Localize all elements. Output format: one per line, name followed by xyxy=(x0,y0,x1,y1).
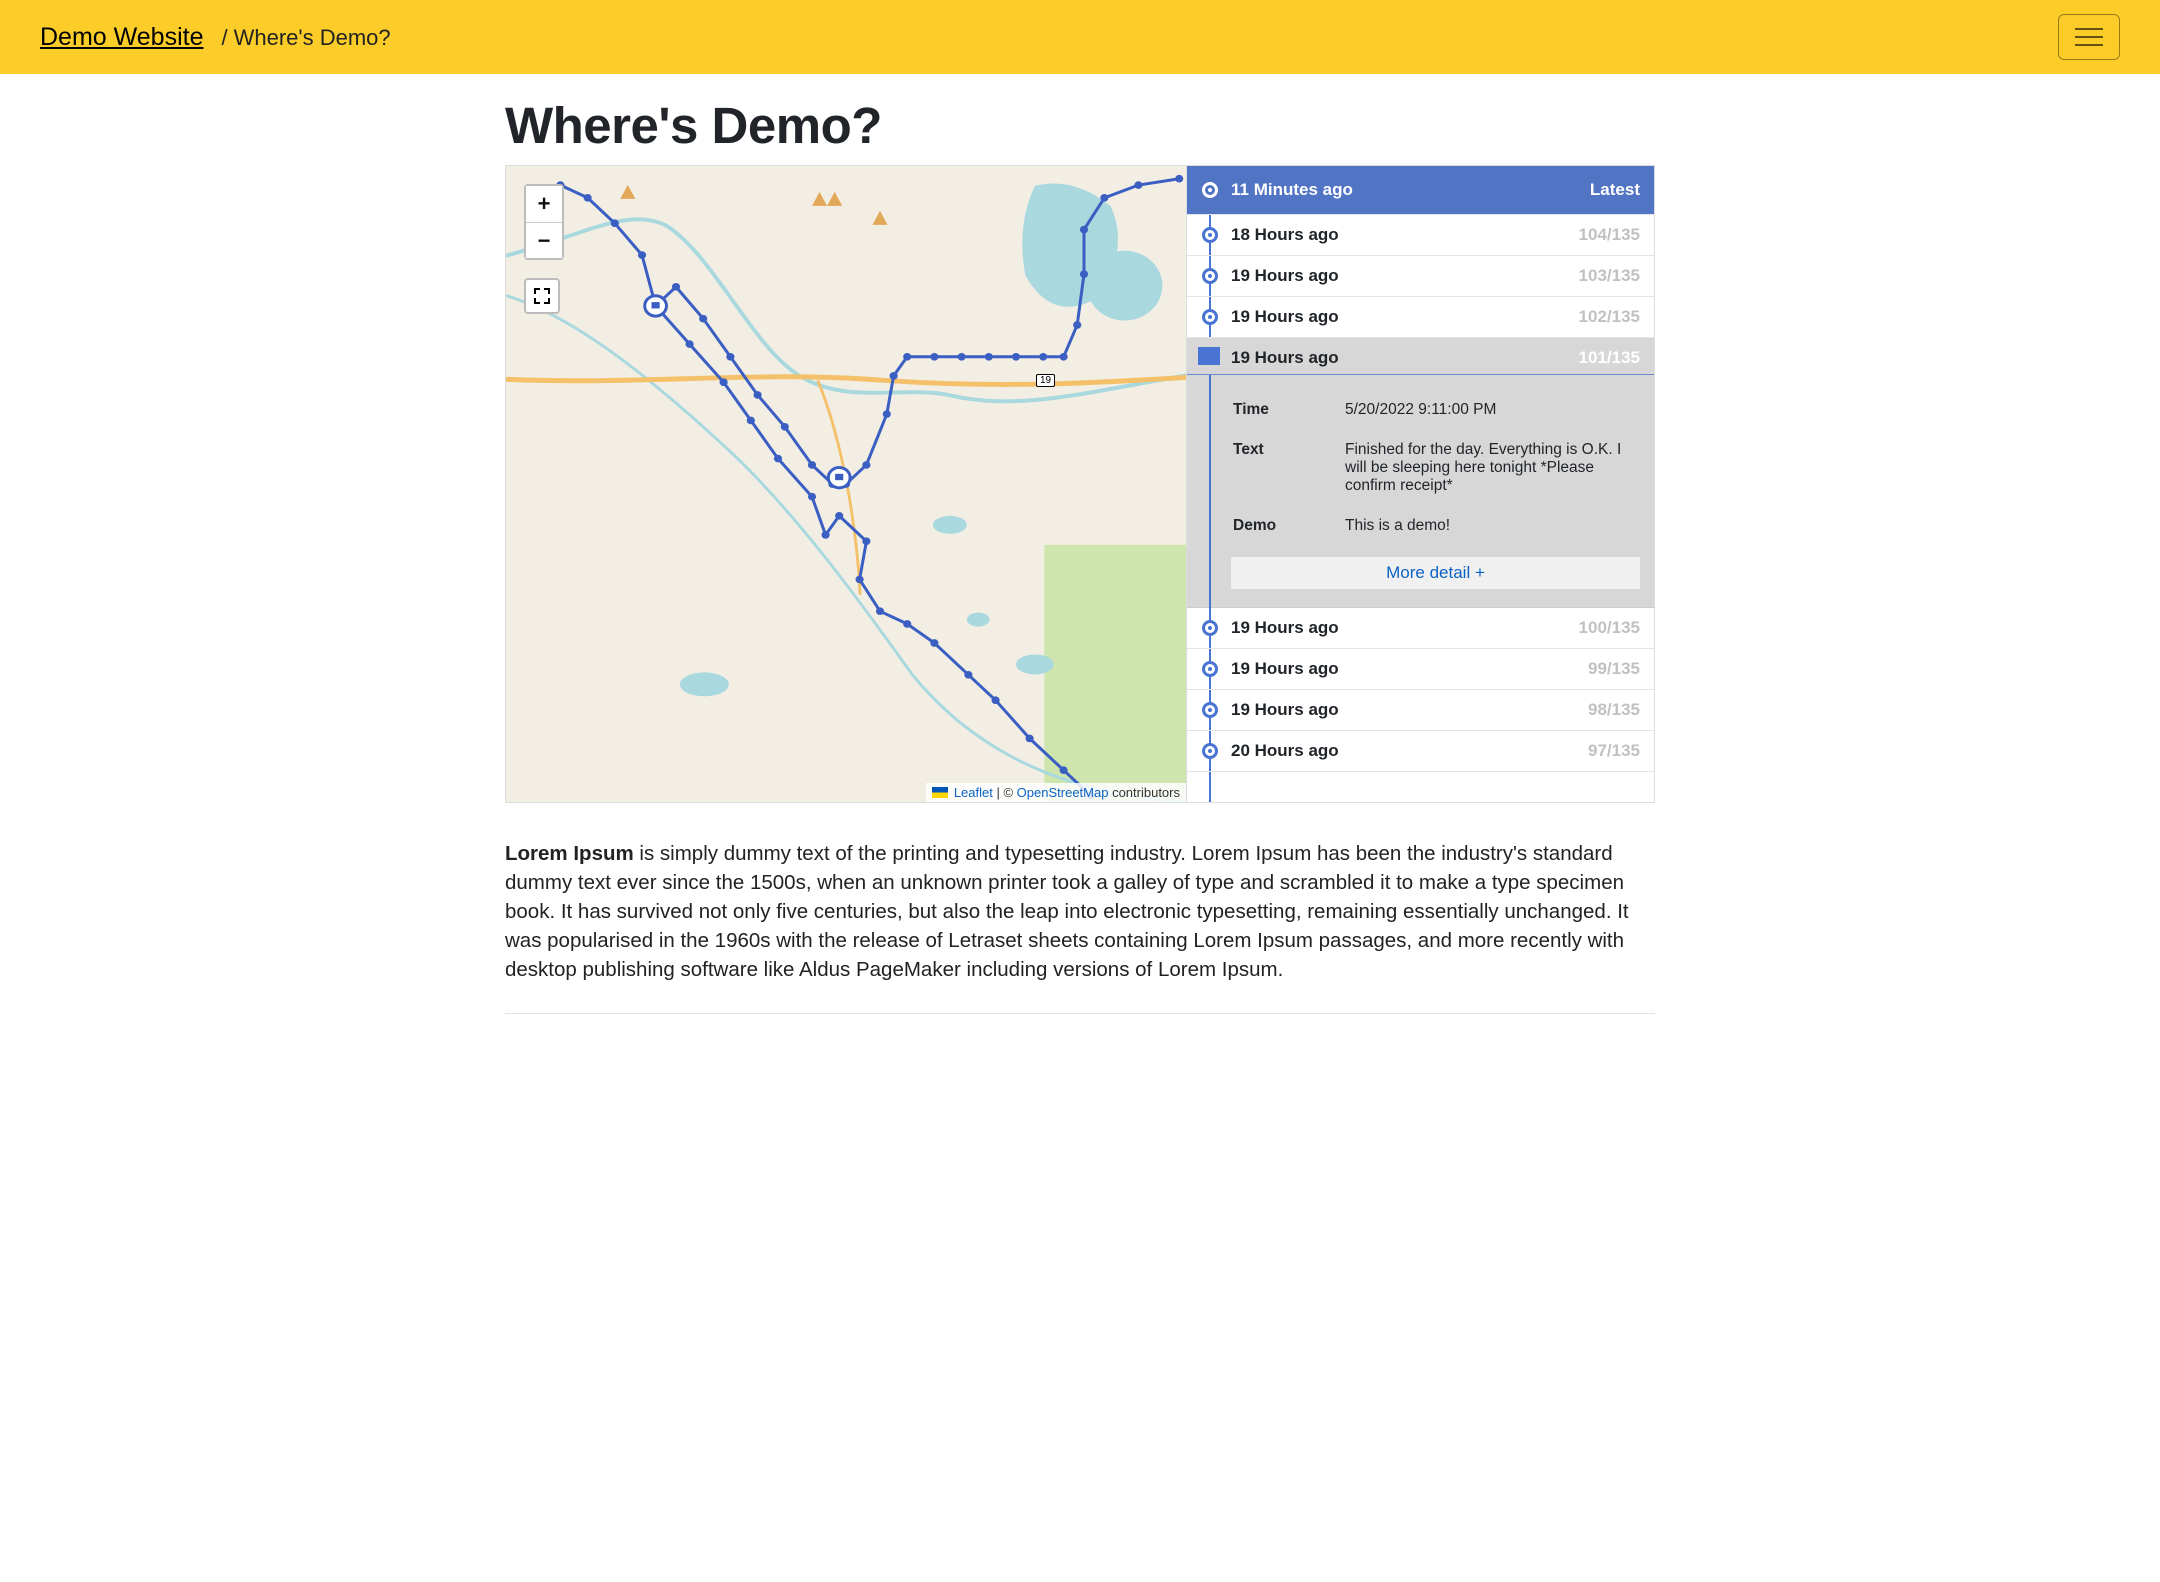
timeline-time: 11 Minutes ago xyxy=(1231,180,1353,200)
timeline-row[interactable]: 19 Hours ago 100/135 xyxy=(1187,608,1654,649)
dot-marker-icon xyxy=(1202,227,1218,243)
dot-marker-icon xyxy=(1202,268,1218,284)
detail-label-demo: Demo xyxy=(1233,507,1343,545)
dot-marker-icon xyxy=(1202,661,1218,677)
timeline-row[interactable]: 19 Hours ago 101/135 xyxy=(1187,338,1654,375)
breadcrumb-current: Where's Demo? xyxy=(234,25,391,50)
dot-marker-icon xyxy=(1202,182,1218,198)
fullscreen-button[interactable] xyxy=(524,278,560,314)
lorem-lead: Lorem Ipsum xyxy=(505,842,634,865)
timeline-row[interactable]: 19 Hours ago 99/135 xyxy=(1187,649,1654,690)
flag-marker-icon xyxy=(1198,347,1220,365)
timeline-count: Latest xyxy=(1590,180,1640,200)
zoom-out-button[interactable]: − xyxy=(526,222,562,258)
timeline-count: 97/135 xyxy=(1588,741,1640,761)
detail-value-demo: This is a demo! xyxy=(1345,507,1638,545)
lorem-text: Lorem Ipsum is simply dummy text of the … xyxy=(505,839,1655,985)
dot-marker-icon xyxy=(1202,309,1218,325)
timeline-count: 101/135 xyxy=(1579,348,1640,368)
detail-label-text: Text xyxy=(1233,431,1343,505)
lorem-body: is simply dummy text of the printing and… xyxy=(505,842,1629,981)
timeline-detail: Time5/20/2022 9:11:00 PMTextFinished for… xyxy=(1187,375,1654,608)
menu-toggle-button[interactable] xyxy=(2058,14,2120,60)
timeline-row[interactable]: 19 Hours ago 102/135 xyxy=(1187,297,1654,338)
detail-value-time: 5/20/2022 9:11:00 PM xyxy=(1345,391,1638,429)
timeline-time: 20 Hours ago xyxy=(1231,741,1339,761)
timeline-count: 100/135 xyxy=(1579,618,1640,638)
breadcrumb: /Where's Demo? xyxy=(222,25,391,51)
zoom-control: + − xyxy=(524,184,564,260)
brand-link[interactable]: Demo Website xyxy=(40,23,204,52)
map-attribution: Leaflet | © OpenStreetMap contributors xyxy=(926,783,1186,802)
timeline-count: 104/135 xyxy=(1579,225,1640,245)
navbar: Demo Website /Where's Demo? xyxy=(0,0,2160,74)
breadcrumb-sep: / xyxy=(222,25,228,50)
dot-marker-icon xyxy=(1202,620,1218,636)
timeline-time: 19 Hours ago xyxy=(1231,659,1339,679)
more-detail-button[interactable]: More detail + xyxy=(1231,557,1640,589)
timeline-time: 18 Hours ago xyxy=(1231,225,1339,245)
timeline-count: 102/135 xyxy=(1579,307,1640,327)
map[interactable]: + − 19 Leaflet | © OpenStreetMap contrib… xyxy=(506,166,1186,802)
timeline-time: 19 Hours ago xyxy=(1231,266,1339,286)
timeline-row[interactable]: 19 Hours ago 98/135 xyxy=(1187,690,1654,731)
timeline-count: 98/135 xyxy=(1588,700,1640,720)
timeline-time: 19 Hours ago xyxy=(1231,618,1339,638)
timeline-time: 19 Hours ago xyxy=(1231,307,1339,327)
timeline: 11 Minutes agoLatest18 Hours ago104/1351… xyxy=(1186,166,1654,802)
route-shield: 19 xyxy=(1036,374,1055,387)
map-timeline-panel: + − 19 Leaflet | © OpenStreetMap contrib… xyxy=(505,165,1655,803)
track-overlay xyxy=(506,166,1186,802)
timeline-time: 19 Hours ago xyxy=(1231,700,1339,720)
timeline-row[interactable]: 20 Hours ago 97/135 xyxy=(1187,731,1654,772)
zoom-in-button[interactable]: + xyxy=(526,186,562,222)
timeline-row[interactable]: 19 Hours ago 103/135 xyxy=(1187,256,1654,297)
leaflet-link[interactable]: Leaflet xyxy=(954,785,993,800)
timeline-count: 103/135 xyxy=(1579,266,1640,286)
osm-link[interactable]: OpenStreetMap xyxy=(1017,785,1109,800)
timeline-row[interactable]: 11 Minutes ago Latest xyxy=(1187,166,1654,215)
fullscreen-icon xyxy=(534,288,550,304)
detail-label-time: Time xyxy=(1233,391,1343,429)
dot-marker-icon xyxy=(1202,743,1218,759)
ukraine-flag-icon xyxy=(932,787,948,798)
page-title: Where's Demo? xyxy=(505,96,1655,155)
detail-value-text: Finished for the day. Everything is O.K.… xyxy=(1345,431,1638,505)
timeline-time: 19 Hours ago xyxy=(1231,348,1339,368)
timeline-count: 99/135 xyxy=(1588,659,1640,679)
timeline-row[interactable]: 18 Hours ago 104/135 xyxy=(1187,215,1654,256)
dot-marker-icon xyxy=(1202,702,1218,718)
divider xyxy=(505,1013,1655,1014)
